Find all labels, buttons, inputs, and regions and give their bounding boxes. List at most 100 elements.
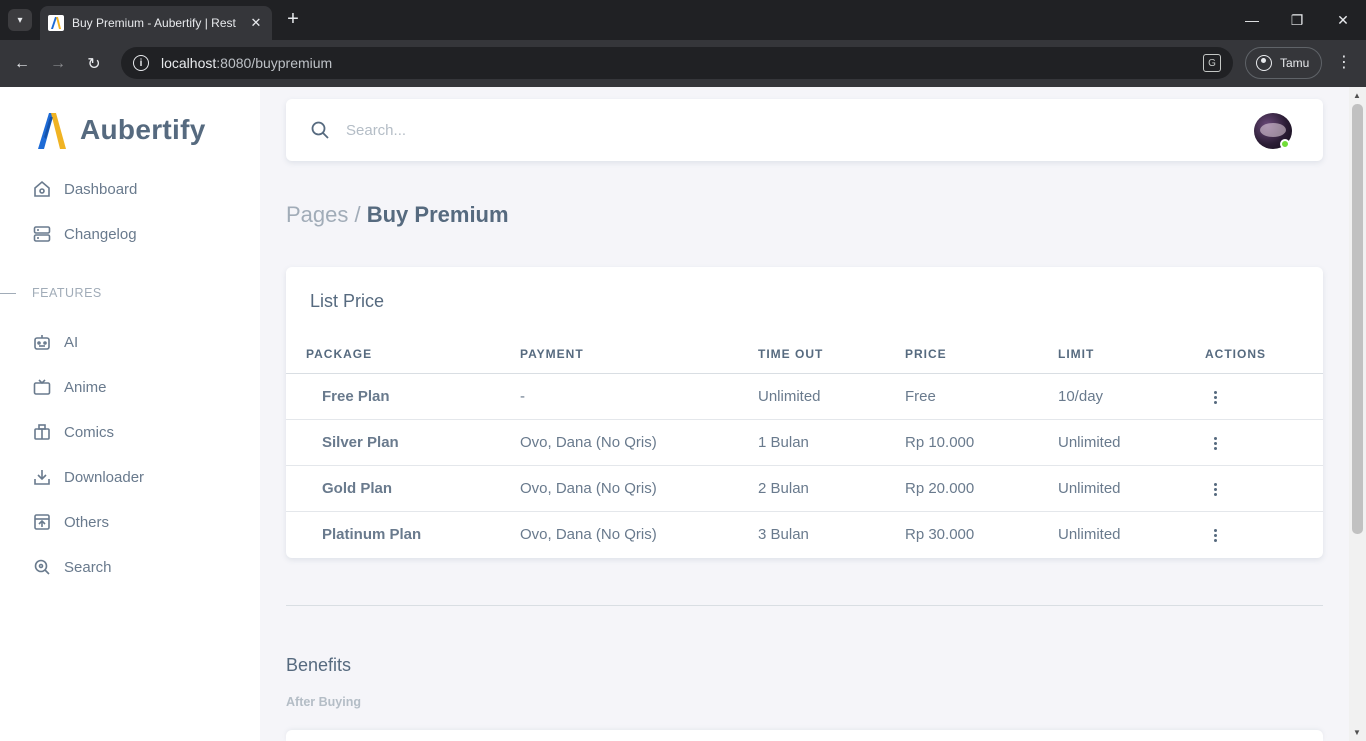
cell-limit: Unlimited [1058,480,1121,497]
brand-logo[interactable]: Aubertify [36,109,206,151]
close-window-icon[interactable]: ✕ [1331,8,1355,32]
row-actions-kebab-icon[interactable] [1207,525,1223,545]
sidebar-item-label: Anime [64,378,107,396]
cell-price: Rp 30.000 [905,526,975,543]
user-avatar[interactable] [1254,113,1292,149]
column-header-actions: ACTIONS [1205,347,1266,361]
row-actions-kebab-icon[interactable] [1207,479,1223,499]
sidebar-item-changelog[interactable]: Changelog [32,220,137,248]
active-tab[interactable]: Buy Premium - Aubertify | Rest ✕ [40,6,272,40]
benefits-card [286,730,1323,741]
forward-icon[interactable]: → [46,52,70,76]
maximize-icon[interactable]: ❐ [1285,8,1309,32]
sidebar-item-label: Changelog [64,225,137,243]
box-icon [32,512,52,532]
minimize-icon[interactable]: — [1240,8,1264,32]
server-icon [32,224,52,244]
table-row: Platinum Plan Ovo, Dana (No Qris) 3 Bula… [286,512,1323,558]
scroll-down-arrow-icon[interactable]: ▼ [1353,728,1361,737]
bot-icon [32,332,52,352]
search-icon [311,121,329,139]
new-tab-button[interactable]: + [282,8,304,30]
cell-package: Silver Plan [322,434,399,451]
content-divider [286,605,1323,606]
cell-limit: Unlimited [1058,526,1121,543]
browser-tab-strip: ▾ Buy Premium - Aubertify | Rest ✕ + — ❐… [0,0,1366,40]
cell-package: Gold Plan [322,480,393,497]
cell-payment: Ovo, Dana (No Qris) [520,526,657,543]
column-header-price: PRICE [905,347,947,361]
cell-time-out: Unlimited [758,388,821,405]
browser-menu-icon[interactable]: ⋮ [1334,52,1354,72]
sidebar-item-label: Dashboard [64,180,138,198]
benefits-title: Benefits [286,655,352,675]
price-list-card: List Price PACKAGE PAYMENT TIME OUT PRIC… [286,267,1323,558]
row-actions-kebab-icon[interactable] [1207,387,1223,407]
brand-name: Aubertify [80,114,206,145]
sidebar-item-search[interactable]: Search [32,553,112,581]
cell-price: Rp 20.000 [905,480,975,497]
row-actions-kebab-icon[interactable] [1207,433,1223,453]
sidebar-item-downloader[interactable]: Downloader [32,463,144,491]
section-label-features: FEATURES [32,286,102,300]
cell-payment: - [520,388,525,405]
table-row: Gold Plan Ovo, Dana (No Qris) 2 Bulan Rp… [286,466,1323,512]
page-scrollbar[interactable]: ▲ ▼ [1349,87,1366,741]
column-header-package: PACKAGE [306,347,373,361]
cell-package: Platinum Plan [322,526,422,543]
translate-icon[interactable]: G [1203,54,1221,72]
sidebar-item-label: Others [64,513,110,531]
column-header-time-out: TIME OUT [758,347,824,361]
sidebar-item-ai[interactable]: AI [32,328,78,356]
site-info-icon[interactable]: i [133,55,149,71]
profile-label: Tamu [1280,56,1310,70]
aubertify-logo-icon [38,113,66,149]
cell-limit: Unlimited [1058,434,1121,451]
address-bar[interactable]: i localhost:8080/buypremium G [121,47,1233,79]
card-title: List Price [310,291,385,311]
cell-time-out: 2 Bulan [758,480,809,497]
sidebar-item-others[interactable]: Others [32,508,109,536]
sidebar-item-dashboard[interactable]: Dashboard [32,175,137,203]
scrollbar-thumb[interactable] [1352,104,1363,534]
tab-title: Buy Premium - Aubertify | Rest [72,16,236,30]
cell-time-out: 3 Bulan [758,526,809,543]
cell-price: Rp 10.000 [905,434,975,451]
sidebar-item-label: Downloader [64,468,145,486]
table-row: Free Plan - Unlimited Free 10/day [286,374,1323,420]
back-icon[interactable]: ← [10,52,34,76]
search-icon [32,557,52,577]
scroll-up-arrow-icon[interactable]: ▲ [1353,91,1361,100]
download-icon [32,467,52,487]
cell-payment: Ovo, Dana (No Qris) [520,434,657,451]
url-text[interactable]: localhost:8080/buypremium [161,55,332,71]
sidebar: Aubertify Dashboard Changelog FEATURES A… [0,87,260,741]
search-input[interactable] [346,117,1226,143]
cell-time-out: 1 Bulan [758,434,809,451]
sidebar-item-label: AI [64,333,79,351]
page-title: Buy Premium [366,202,509,227]
sidebar-item-comics[interactable]: Comics [32,418,114,446]
table-row: Silver Plan Ovo, Dana (No Qris) 1 Bulan … [286,420,1323,466]
reload-icon[interactable]: ↻ [82,52,106,76]
tab-search-button[interactable]: ▾ [8,9,32,31]
home-icon [32,179,52,199]
profile-button[interactable]: Tamu [1245,47,1322,79]
favicon-icon [48,15,64,31]
cell-payment: Ovo, Dana (No Qris) [520,480,657,497]
cell-package: Free Plan [322,388,390,405]
close-tab-icon[interactable]: ✕ [248,15,264,31]
section-divider [0,293,16,294]
profile-icon [1256,55,1272,71]
benefits-subtitle: After Buying [286,695,361,709]
column-header-limit: LIMIT [1058,347,1095,361]
breadcrumb: Pages / Buy Premium [286,202,509,228]
sidebar-item-anime[interactable]: Anime [32,373,107,401]
sidebar-item-label: Comics [64,423,115,441]
sidebar-item-label: Search [64,558,112,576]
breadcrumb-parent[interactable]: Pages / [286,202,361,227]
book-icon [32,422,52,442]
tv-icon [32,377,52,397]
top-navbar [286,99,1323,161]
column-header-payment: PAYMENT [520,347,584,361]
